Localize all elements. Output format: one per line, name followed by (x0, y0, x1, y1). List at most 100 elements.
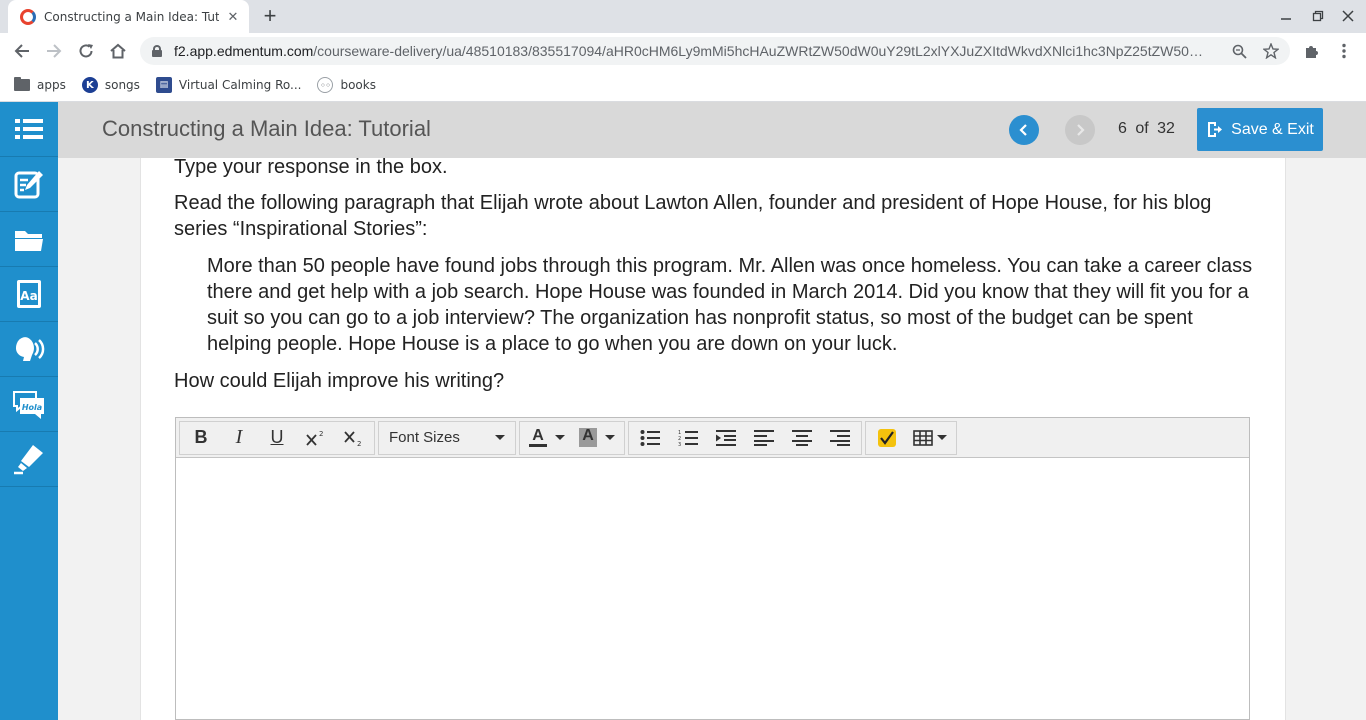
books-icon: ◦◦ (317, 77, 334, 93)
table-button[interactable] (906, 422, 954, 454)
page-title: Constructing a Main Idea: Tutorial (102, 116, 431, 141)
format-group: B I U 2 2 (179, 420, 375, 455)
calendar-icon: ▤ (155, 77, 172, 93)
insert-group (865, 420, 957, 455)
translate-hola-icon: Hola (13, 391, 44, 419)
svg-text:3: 3 (678, 442, 681, 447)
bullet-list-button[interactable] (631, 422, 669, 454)
italic-button[interactable]: I (220, 422, 258, 454)
text-to-speech-button[interactable] (0, 322, 58, 377)
superscript-icon: 2 (306, 430, 323, 446)
lock-icon (152, 45, 162, 57)
question-text: How could Elijah improve his writing? (174, 370, 505, 392)
text-color-button[interactable]: A (522, 422, 572, 454)
paragraph-group: 123 (628, 420, 862, 455)
bookmark-apps[interactable]: apps (14, 77, 66, 93)
highlighter-button[interactable] (0, 432, 58, 487)
subscript-icon: 2 (344, 430, 361, 447)
resources-button[interactable] (0, 212, 58, 267)
numbered-list-button[interactable]: 123 (669, 422, 707, 454)
save-and-exit-button[interactable]: Save & Exit (1197, 108, 1323, 151)
response-text-area[interactable] (176, 458, 1249, 719)
font-size-group: Font Sizes (378, 420, 516, 455)
editor-toolbar: B I U 2 2 Font Sizes A A 1 2 3 (176, 418, 1249, 458)
address-bar[interactable]: f2.app.edmentum.com/courseware-delivery/… (140, 37, 1290, 65)
reload-icon[interactable] (72, 37, 100, 65)
font-sizes-dropdown[interactable]: Font Sizes (381, 422, 513, 454)
numbered-list-icon: 123 (678, 430, 698, 447)
superscript-button[interactable]: 2 (296, 422, 334, 454)
previous-page-button[interactable] (1009, 115, 1039, 145)
prompt-text: Read the following paragraph that Elijah… (174, 192, 1212, 240)
background-color-button[interactable]: A (572, 422, 622, 454)
chevron-down-icon (937, 435, 947, 440)
browser-tab-strip: Constructing a Main Idea: Tutorial ✕ + (0, 0, 1366, 33)
bookmark-virtual-calming-room[interactable]: ▤ Virtual Calming Ro... (155, 77, 301, 93)
svg-text:Aa: Aa (20, 289, 37, 303)
response-editor: B I U 2 2 Font Sizes A A 1 2 3 (175, 417, 1250, 720)
svg-text:Hola: Hola (22, 403, 42, 412)
align-left-icon (754, 429, 774, 446)
bookmarks-bar: apps K songs ▤ Virtual Calming Ro... ◦◦ … (0, 69, 1366, 102)
page-header: Constructing a Main Idea: Tutorial 6 of … (58, 102, 1366, 158)
back-arrow-icon[interactable] (8, 37, 36, 65)
dictionary-button[interactable]: Aa (0, 267, 58, 322)
folder-icon (14, 77, 30, 93)
align-right-icon (830, 429, 850, 446)
chevron-down-icon (604, 435, 615, 440)
svg-text:2: 2 (319, 430, 323, 438)
subscript-button[interactable]: 2 (334, 422, 372, 454)
align-center-button[interactable] (783, 422, 821, 454)
notes-button[interactable] (0, 157, 58, 212)
align-right-button[interactable] (821, 422, 859, 454)
bullet-list-icon (640, 429, 660, 446)
next-page-button[interactable] (1065, 115, 1095, 145)
new-tab-button[interactable]: + (258, 3, 282, 28)
kebab-menu-icon[interactable] (1330, 37, 1358, 65)
bold-button[interactable]: B (182, 422, 220, 454)
close-window-icon[interactable] (1338, 6, 1358, 26)
bookmark-books[interactable]: ◦◦ books (317, 77, 376, 93)
align-left-button[interactable] (745, 422, 783, 454)
tool-rail: Aa Hola (0, 102, 58, 720)
highlighter-icon (14, 445, 43, 475)
svg-text:2: 2 (357, 440, 361, 447)
text-color-icon: A (529, 428, 547, 447)
page-counter: 6 of 32 (1118, 120, 1175, 137)
indent-button[interactable] (707, 422, 745, 454)
bookmark-songs[interactable]: K songs (81, 77, 140, 93)
background-color-icon: A (579, 428, 597, 447)
k-logo-icon: K (81, 77, 98, 93)
list-icon (15, 119, 43, 139)
chevron-left-icon (1019, 124, 1027, 136)
browser-toolbar: f2.app.edmentum.com/courseware-delivery/… (0, 33, 1366, 69)
align-center-icon (792, 429, 812, 446)
minimize-icon[interactable] (1276, 6, 1296, 26)
color-group: A A (519, 420, 625, 455)
forward-arrow-icon[interactable] (40, 37, 68, 65)
equation-icon (878, 428, 896, 447)
bookmark-star-icon[interactable] (1261, 41, 1281, 61)
indent-icon (716, 429, 736, 446)
restore-icon[interactable] (1308, 6, 1328, 26)
extensions-puzzle-icon[interactable] (1298, 37, 1326, 65)
translation-button[interactable]: Hola (0, 377, 58, 432)
underline-button[interactable]: U (258, 422, 296, 454)
edmentum-favicon-icon (20, 8, 36, 25)
home-icon[interactable] (104, 37, 132, 65)
close-tab-icon[interactable]: ✕ (225, 9, 241, 25)
chevron-down-icon (554, 435, 565, 440)
table-icon (913, 429, 933, 446)
equation-button[interactable] (868, 422, 906, 454)
chevron-right-icon (1077, 124, 1085, 136)
exit-door-icon (1208, 122, 1223, 137)
browser-tab[interactable]: Constructing a Main Idea: Tutorial ✕ (8, 0, 249, 33)
table-of-contents-button[interactable] (0, 102, 58, 157)
elijah-paragraph: More than 50 people have found jobs thro… (207, 255, 1253, 355)
zoom-icon[interactable] (1229, 41, 1249, 61)
tab-title: Constructing a Main Idea: Tutorial (44, 9, 219, 24)
speaker-head-icon (15, 337, 45, 361)
dictionary-icon: Aa (17, 280, 41, 308)
edit-note-icon (14, 171, 43, 199)
folder-open-icon (15, 231, 43, 251)
